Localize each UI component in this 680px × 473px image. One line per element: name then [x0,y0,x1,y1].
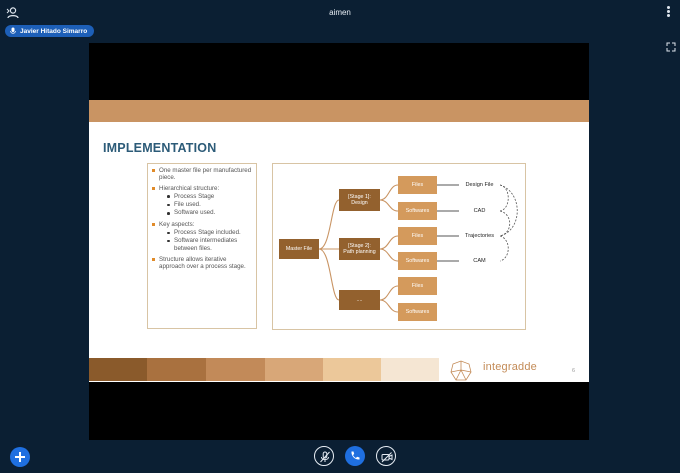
stage3-node: .... [339,290,380,310]
fullscreen-icon[interactable] [666,42,676,52]
softwares-node: Softwares [398,202,437,220]
files-node: Files [398,227,437,245]
design-file-label: Design File [459,179,500,191]
slide: IMPLEMENTATION One master file per manuf… [89,100,589,382]
slide-page-number: 6 [572,368,576,374]
footer-swatch [147,358,206,381]
footer-swatch [89,358,147,381]
leave-audio-button[interactable] [345,446,365,466]
files-node: Files [398,176,437,194]
cad-label: CAD [459,205,500,217]
cam-label: CAM [459,255,500,267]
mic-muted-icon [320,451,330,463]
footer-swatch [265,358,323,381]
bullet-item: Key aspects: [152,221,252,228]
footer-swatch [323,358,381,381]
footer-swatch [381,358,439,381]
logo-wordmark: integradde [483,361,537,373]
microphone-toggle-button[interactable] [314,446,334,466]
bullet-item: One master file per manufactured piece. [152,167,252,182]
camera-toggle-button[interactable] [376,446,396,466]
sub-bullet-item: Process Stage included. [152,229,252,236]
actions-plus-button[interactable] [10,447,30,467]
slide-header-band [89,100,589,122]
phone-icon [351,451,360,460]
trajectories-label: Trajectories [459,230,500,242]
mic-icon [10,27,16,34]
sub-bullet-item: Software used. [152,209,252,216]
slide-heading: IMPLEMENTATION [103,141,217,155]
stage2-node: [Stage 2]: Path planning [339,238,380,260]
files-node: Files [398,277,437,295]
master-file-node: Master File [279,239,319,259]
bullet-box: One master file per manufactured piece. … [147,163,257,329]
sub-bullet-item: Process Stage [152,193,252,200]
more-options-icon[interactable] [666,6,670,20]
camera-off-icon [381,452,393,463]
stage1-node: [Stage 1]: Design [339,189,380,211]
softwares-node: Softwares [398,252,437,270]
hierarchy-diagram: Master File [Stage 1]: Design [Stage 2]:… [272,163,526,330]
presenter-badge: Javier Hitado Simarro [5,25,95,37]
top-bar: aimen [0,0,680,26]
meeting-title: aimen [329,8,351,17]
presentation-area: IMPLEMENTATION One master file per manuf… [89,43,589,440]
presenter-name: Javier Hitado Simarro [20,27,88,35]
sub-bullet-item: Software intermediates between files. [152,237,252,252]
softwares-node: Softwares [398,303,437,321]
bullet-item: Structure allows iterative approach over… [152,256,252,271]
bullet-item: Hierarchical structure: [152,185,252,192]
footer-swatch [206,358,265,381]
sub-bullet-item: File used. [152,201,252,208]
